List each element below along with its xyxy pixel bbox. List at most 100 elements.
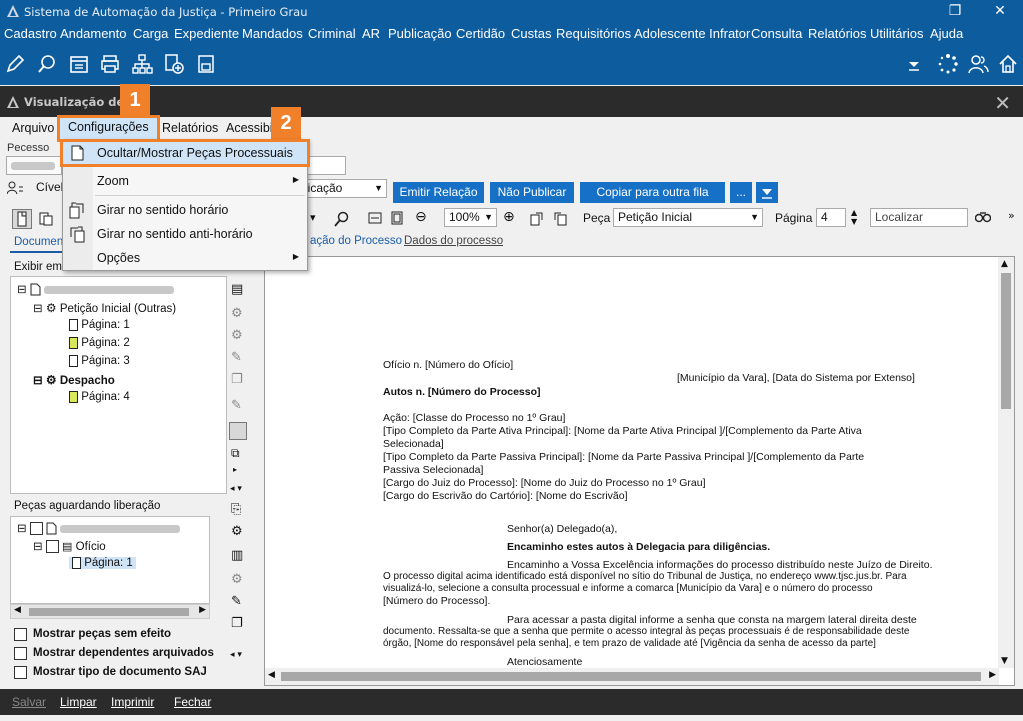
menu-andamento[interactable]: Andamento: [60, 26, 127, 41]
scroll-thumb[interactable]: [29, 608, 189, 616]
scroll-up-icon[interactable]: ▲: [1001, 259, 1008, 269]
restore-window-button[interactable]: ❐: [932, 0, 978, 24]
rotate-clockwise-icon[interactable]: [529, 210, 547, 228]
sign-icon[interactable]: ✎: [231, 350, 242, 365]
scroll-left-icon[interactable]: ◀: [268, 670, 275, 680]
fit-page-icon[interactable]: [390, 211, 406, 227]
imprimir-button[interactable]: Imprimir: [111, 695, 154, 709]
scroll-left-icon[interactable]: ◀: [14, 605, 21, 615]
calendar-icon[interactable]: [68, 53, 92, 77]
single-page-icon[interactable]: [229, 422, 247, 440]
menu-item-zoom[interactable]: Zoom ▶: [63, 170, 307, 192]
publication-select[interactable]: licação ▼: [300, 179, 387, 198]
fit-width-icon[interactable]: [368, 211, 384, 227]
rotate-counterclockwise-icon[interactable]: [552, 210, 570, 228]
salvar-button[interactable]: Salvar: [12, 695, 46, 709]
menu-ar[interactable]: AR: [362, 26, 380, 41]
printer-icon[interactable]: [99, 53, 123, 77]
tab-documentos[interactable]: Documen: [14, 236, 63, 248]
page-split-icon[interactable]: ⧉: [231, 446, 240, 461]
horizontal-scrollbar[interactable]: ◀ ▶: [10, 604, 210, 619]
dropdown-arrow-icon[interactable]: [903, 53, 927, 77]
more-chevron-icon[interactable]: »: [1008, 209, 1015, 222]
menu-cadastro[interactable]: Cadastro: [4, 26, 57, 41]
localizar-input[interactable]: Localizar: [870, 208, 968, 227]
zoom-search-icon[interactable]: [334, 211, 352, 229]
menu-adolescente-infrator[interactable]: Adolescente Infrator: [634, 26, 750, 41]
emitir-relacao-button[interactable]: Emitir Relação: [393, 182, 484, 203]
binoculars-icon[interactable]: [974, 209, 993, 225]
menu-custas[interactable]: Custas: [511, 26, 551, 41]
viewer-option-icon[interactable]: ▾: [310, 211, 324, 229]
menu-mandados[interactable]: Mandados: [242, 26, 303, 41]
menu-expediente[interactable]: Expediente: [174, 26, 239, 41]
tab-visualizacao[interactable]: ação do Processo: [310, 235, 402, 247]
folder-icon[interactable]: [195, 53, 219, 77]
pending-oficio[interactable]: ⊟ ▤ Ofício: [33, 539, 106, 554]
sign-icon[interactable]: ✎: [231, 594, 242, 609]
pending-root[interactable]: ⊟: [17, 521, 181, 536]
vertical-scrollbar[interactable]: ▲ ▼: [998, 257, 1014, 668]
pagina-stepper[interactable]: ▲ ▼: [851, 208, 857, 226]
scroll-down-icon[interactable]: ▼: [1001, 656, 1008, 666]
menu-relatorios[interactable]: Relatórios: [808, 26, 867, 41]
tab-dados-do-processo[interactable]: Dados do processo: [404, 235, 503, 247]
pending-oficio-checkbox[interactable]: [45, 540, 59, 554]
close-window-button[interactable]: ✕: [977, 0, 1023, 24]
horizontal-scrollbar[interactable]: ◀ ▶: [265, 668, 999, 685]
checkbox-tipo-documento-saj[interactable]: [14, 666, 27, 679]
menu-publicacao[interactable]: Publicação: [388, 26, 452, 41]
delete-icon[interactable]: ▥: [231, 548, 243, 563]
home-icon[interactable]: [997, 53, 1021, 77]
menu-item-girar-anti-horario[interactable]: Girar no sentido anti-horário: [63, 223, 307, 245]
collapse-arrows-icon[interactable]: ◂ ▾: [230, 484, 242, 494]
scroll-thumb[interactable]: [1001, 273, 1011, 409]
zoom-out-icon[interactable]: ⊖: [415, 209, 427, 225]
tree-page-2[interactable]: Página: 2: [69, 337, 130, 349]
fechar-button[interactable]: Fechar: [174, 695, 211, 709]
dialog-menu-arquivo[interactable]: Arquivo: [12, 121, 54, 135]
attach-icon[interactable]: ⎘: [231, 502, 241, 517]
tree-page-3[interactable]: Página: 3: [69, 355, 130, 367]
scroll-right-icon[interactable]: ▶: [989, 670, 996, 680]
expand-arrow-icon[interactable]: ▸: [233, 465, 237, 474]
tree-page-4[interactable]: Página: 4: [69, 391, 130, 403]
tree-node-despacho[interactable]: ⊟ ⚙ Despacho: [33, 373, 115, 387]
more-options-button[interactable]: ...: [730, 182, 752, 203]
dialog-menu-configuracoes[interactable]: Configurações: [57, 115, 160, 142]
filter-icon[interactable]: [756, 182, 778, 203]
nao-publicar-button[interactable]: Não Publicar: [490, 182, 574, 203]
zoom-level-select[interactable]: 100% ▼: [444, 208, 497, 227]
remove-stamp-icon[interactable]: ⚙: [231, 328, 243, 343]
menu-consulta[interactable]: Consulta: [751, 26, 802, 41]
remove-stamp-icon[interactable]: ⚙: [231, 572, 243, 587]
menu-item-ocultar-mostrar-pecas[interactable]: Ocultar/Mostrar Peças Processuais: [60, 139, 310, 167]
limpar-button[interactable]: Limpar: [60, 695, 97, 709]
dialog-close-button[interactable]: ✕: [994, 91, 1011, 115]
stamp-icon[interactable]: ⚙: [231, 524, 243, 539]
menu-carga[interactable]: Carga: [133, 26, 168, 41]
menu-requisitorios[interactable]: Requisitórios: [556, 26, 631, 41]
peca-select[interactable]: Petição Inicial ▼: [613, 208, 763, 227]
process-number-field[interactable]: [6, 156, 62, 175]
pending-page-1[interactable]: Página: 1: [69, 557, 136, 570]
menu-ajuda[interactable]: Ajuda: [930, 26, 963, 41]
scroll-right-icon[interactable]: ▶: [199, 605, 206, 615]
list-icon[interactable]: ▤: [231, 282, 243, 297]
menu-item-opcoes[interactable]: Opções ▶: [63, 247, 307, 269]
checkbox-dependentes-arquivados[interactable]: [14, 647, 27, 660]
collapse-arrows-icon[interactable]: ◂ ▾: [230, 650, 242, 660]
edit-icon[interactable]: [4, 53, 28, 77]
pending-root-checkbox[interactable]: [29, 522, 43, 536]
tree-node-peticao[interactable]: ⊟ ⚙ Petição Inicial (Outras): [33, 301, 176, 315]
zoom-in-icon[interactable]: ⊕: [503, 209, 515, 225]
dialog-menu-acessibilidade[interactable]: Acessibi: [226, 121, 273, 135]
copy-icon[interactable]: ❐: [231, 616, 243, 631]
copiar-para-outra-fila-button[interactable]: Copiar para outra fila: [580, 182, 725, 203]
tree-page-1[interactable]: Página: 1: [69, 319, 130, 331]
stamp-disabled-icon[interactable]: ⚙: [231, 306, 243, 321]
tree-root[interactable]: ⊟: [17, 282, 175, 296]
users-icon[interactable]: [967, 53, 991, 77]
page-icon[interactable]: [12, 209, 32, 229]
search-document-icon[interactable]: [36, 53, 60, 77]
